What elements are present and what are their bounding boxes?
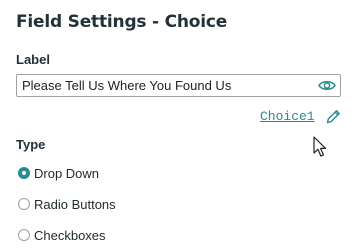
radio-label: Drop Down xyxy=(34,165,100,181)
radio-option-checkboxes[interactable]: Checkboxes xyxy=(16,226,106,244)
label-text-field xyxy=(16,74,341,97)
eye-icon[interactable] xyxy=(318,78,336,93)
radio-button[interactable] xyxy=(18,198,30,210)
radio-option-radio-buttons[interactable]: Radio Buttons xyxy=(16,195,116,213)
label-input[interactable] xyxy=(17,75,312,96)
pencil-icon[interactable] xyxy=(325,108,342,125)
field-settings-title: Field Settings - Choice xyxy=(16,12,228,32)
label-field-label: Label xyxy=(16,52,50,67)
radio-button[interactable] xyxy=(18,229,30,241)
radio-label: Checkboxes xyxy=(34,227,106,243)
choice-link[interactable]: Choice1 xyxy=(260,109,315,124)
radio-button-selected[interactable] xyxy=(18,167,30,179)
radio-option-drop-down[interactable]: Drop Down xyxy=(16,164,99,182)
type-label: Type xyxy=(16,137,46,152)
radio-label: Radio Buttons xyxy=(34,196,116,212)
mouse-cursor-icon xyxy=(313,136,327,157)
